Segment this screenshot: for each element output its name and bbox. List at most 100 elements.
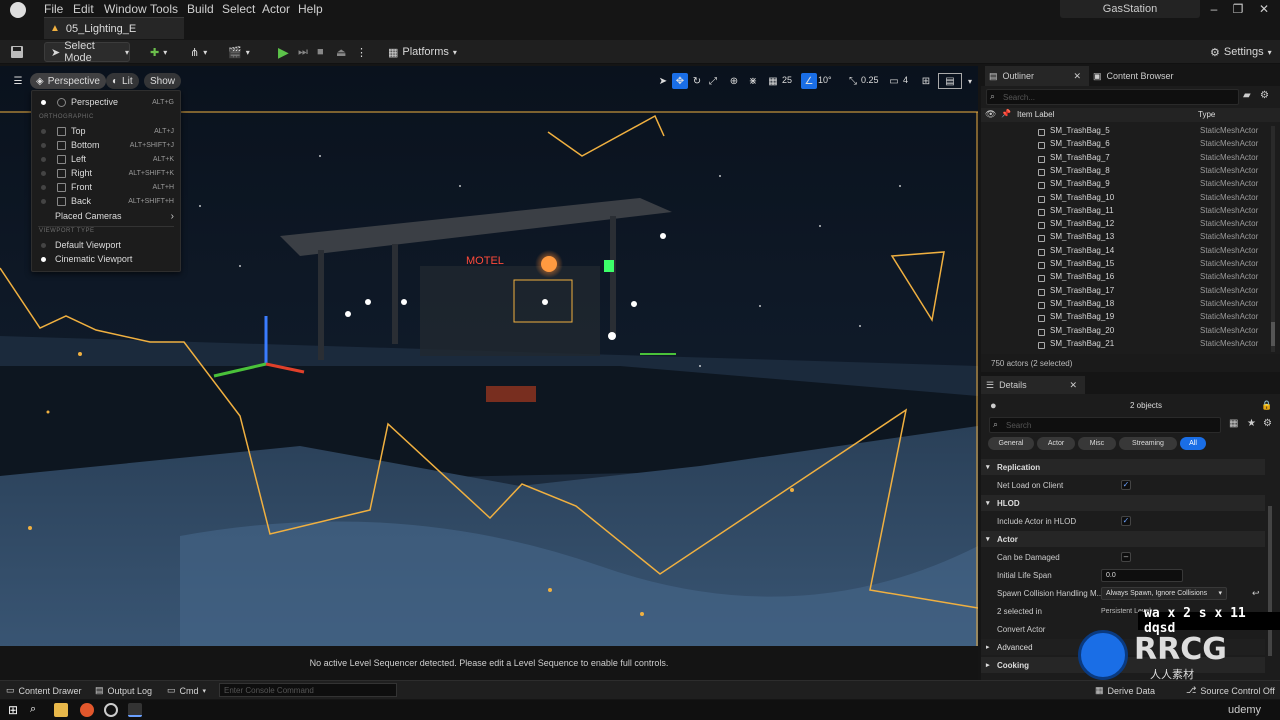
table-view-icon[interactable]: ▦ [1229,418,1238,429]
viewport-layout-icon[interactable]: ▤ [938,73,962,89]
close-tab-icon[interactable]: ✕ [1069,380,1077,391]
section-replication[interactable]: ▾ Replication [981,459,1265,475]
menu-item-cinematic-viewport[interactable]: Cinematic Viewport [32,252,180,266]
platforms-button[interactable]: ▦ Platforms ▾ [388,42,457,62]
content-drawer-button[interactable]: ▭ Content Drawer [6,683,82,698]
menu-item-top[interactable]: Top ALT+J [32,124,180,138]
unreal-logo-icon[interactable] [10,2,26,18]
menu-window[interactable]: Window [104,2,147,16]
table-row[interactable]: SM_TrashBag_12 StaticMeshActor [981,219,1269,232]
firefox-icon[interactable] [80,703,94,717]
outliner-scrollbar[interactable] [1271,126,1275,352]
menu-actor[interactable]: Actor [262,2,290,16]
reset-arrow-icon[interactable]: ↩ [1252,588,1260,599]
menu-item-back[interactable]: Back ALT+SHIFT+H [32,194,180,208]
table-row[interactable]: SM_TrashBag_14 StaticMeshActor [981,246,1269,259]
initial-life-span-input[interactable]: 0.0 [1101,568,1183,582]
checkbox-checked[interactable]: ✓ [1121,516,1131,526]
table-row[interactable]: SM_TrashBag_11 StaticMeshActor [981,206,1269,219]
select-tool-icon[interactable]: ➤ [655,73,671,89]
table-row[interactable]: SM_TrashBag_9 StaticMeshActor [981,179,1269,192]
filter-streaming[interactable]: Streaming [1119,437,1177,450]
settings-button[interactable]: ⚙ Settings ▾ [1210,42,1272,62]
pin-icon[interactable]: 📌 [1001,109,1011,118]
column-type[interactable]: Type [1198,110,1215,119]
play-options-icon[interactable]: ⋮ [356,42,367,62]
table-row[interactable]: SM_TrashBag_15 StaticMeshActor [981,259,1269,272]
gear-icon[interactable]: ⚙ [1260,90,1269,101]
show-dropdown[interactable]: Show [144,73,182,89]
table-row[interactable]: SM_TrashBag_7 StaticMeshActor [981,153,1269,166]
layout-icon[interactable]: ⊞ [918,73,934,89]
menu-file[interactable]: File [44,2,63,16]
table-row[interactable]: SM_TrashBag_13 StaticMeshActor [981,232,1269,245]
minimize-icon[interactable]: – [1204,2,1224,16]
table-row[interactable]: SM_TrashBag_6 StaticMeshActor [981,139,1269,152]
derive-data-button[interactable]: ▦ Derive Data [1095,683,1155,698]
hamburger-menu-icon[interactable]: ☰ [10,73,26,89]
play-icon[interactable]: ▶ [278,42,289,62]
save-icon[interactable] [10,42,24,62]
stop-icon[interactable]: ■ [317,42,324,62]
menu-item-right[interactable]: Right ALT+SHIFT+K [32,166,180,180]
menu-tools[interactable]: Tools [150,2,178,16]
rotation-snap-icon[interactable]: ∠ [801,73,817,89]
unreal-taskbar-icon[interactable] [128,703,142,717]
console-command-input[interactable]: Enter Console Command [219,683,397,697]
source-control-button[interactable]: ⎇ Source Control Off [1186,683,1275,698]
column-item-label[interactable]: Item Label [1017,110,1054,119]
filter-actor[interactable]: Actor [1037,437,1075,450]
menu-help[interactable]: Help [298,2,323,16]
step-icon[interactable]: ⏭ [298,42,308,62]
section-actor[interactable]: ▾ Actor [981,531,1265,547]
checkbox-mixed[interactable]: – [1121,552,1131,562]
menu-select[interactable]: Select [222,2,255,16]
menu-item-front[interactable]: Front ALT+H [32,180,180,194]
table-row[interactable]: SM_TrashBag_8 StaticMeshActor [981,166,1269,179]
surface-snap-icon[interactable]: ⋇ [745,73,761,89]
scale-snap-icon[interactable]: ⤡ [845,73,861,89]
menu-build[interactable]: Build [187,2,214,16]
lock-icon[interactable]: 🔒 [1261,400,1272,411]
grid-snap-value[interactable]: 25 [782,75,792,85]
tab-content-browser[interactable]: ▣ Content Browser [1093,66,1174,86]
perspective-dropdown[interactable]: ◈ Perspective [30,73,106,89]
level-tab[interactable]: ▲ 05_Lighting_E [44,17,184,39]
star-icon[interactable]: ★ [1247,418,1256,429]
maximize-icon[interactable]: ❐ [1228,2,1248,16]
output-log-button[interactable]: ▤ Output Log [95,683,152,698]
folder-add-icon[interactable]: ▰ [1243,90,1251,101]
menu-item-left[interactable]: Left ALT+K [32,152,180,166]
menu-item-perspective[interactable]: Perspective ALT+G [32,95,180,109]
camera-speed-value[interactable]: 4 [903,75,908,85]
rotate-tool-icon[interactable]: ↻ [689,73,705,89]
eject-icon[interactable]: ⏏ [336,42,346,62]
table-row[interactable]: SM_TrashBag_5 StaticMeshActor [981,126,1269,139]
camera-speed-icon[interactable]: ▭ [886,73,902,89]
table-row[interactable]: SM_TrashBag_17 StaticMeshActor [981,286,1269,299]
app-icon[interactable] [104,703,118,717]
table-row[interactable]: SM_TrashBag_16 StaticMeshActor [981,272,1269,285]
menu-item-bottom[interactable]: Bottom ALT+SHIFT+J [32,138,180,152]
spawn-collision-dropdown[interactable]: Always Spawn, Ignore Collisions ▾ [1101,586,1227,600]
menu-edit[interactable]: Edit [73,2,94,16]
chevron-down-icon[interactable]: ▾ [962,73,978,89]
menu-item-placed-cameras[interactable]: Placed Cameras › [32,209,180,223]
select-mode-dropdown[interactable]: ➤ Select Mode ▾ [44,40,130,64]
checkbox-checked[interactable]: ✓ [1121,480,1131,490]
table-row[interactable]: SM_TrashBag_18 StaticMeshActor [981,299,1269,312]
lit-dropdown[interactable]: ◐ Lit [106,73,139,89]
search-icon[interactable]: ⌕ [30,703,44,717]
details-search-input[interactable]: Search [989,417,1221,433]
windows-start-icon[interactable]: ⊞ [8,703,22,717]
rotation-snap-value[interactable]: 10° [818,75,832,85]
table-row[interactable]: SM_TrashBag_10 StaticMeshActor [981,193,1269,206]
file-explorer-icon[interactable] [54,703,68,717]
filter-all[interactable]: All [1180,437,1206,450]
grid-snap-icon[interactable]: ▦ [765,73,781,89]
section-hlod[interactable]: ▾ HLOD [981,495,1265,511]
scale-tool-icon[interactable]: ⤢ [705,73,721,89]
eye-icon[interactable]: 👁 [985,109,996,120]
filter-misc[interactable]: Misc [1078,437,1116,450]
cmd-dropdown[interactable]: ▭ Cmd ▾ [167,683,206,698]
